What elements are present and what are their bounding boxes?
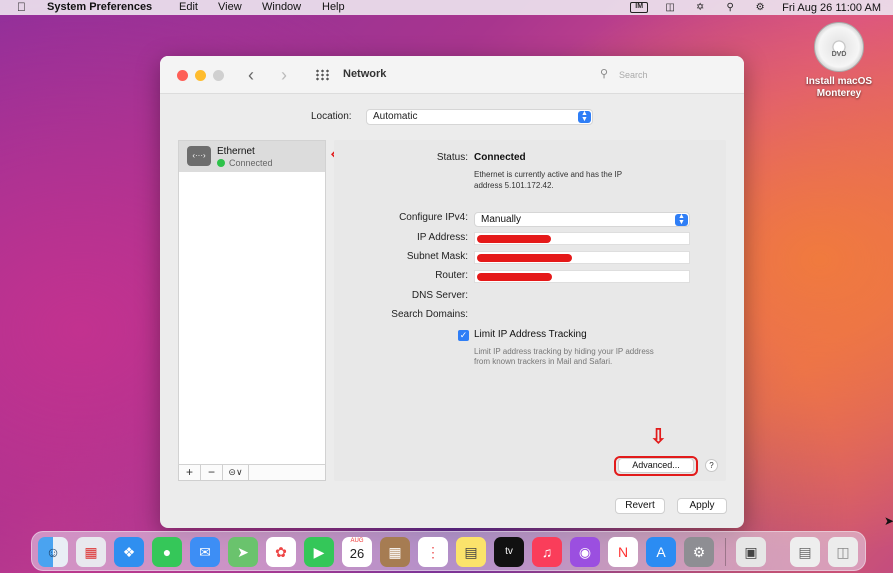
control-center-icon[interactable]: ⚙ <box>752 2 768 13</box>
safari-icon[interactable]: ❖ <box>114 537 144 567</box>
launchpad-icon[interactable]: ▦ <box>76 537 106 567</box>
menu-bar:  System Preferences Edit View Window He… <box>0 0 893 15</box>
status-description: Ethernet is currently active and has the… <box>474 170 623 190</box>
apply-button[interactable]: Apply <box>677 498 727 514</box>
revert-button[interactable]: Revert <box>615 498 665 514</box>
menu-bar-extras: IM ◫ ✡ ⚲ ⚙ Fri Aug 26 11:00 AM <box>630 0 881 15</box>
service-name: Ethernet <box>217 146 255 157</box>
service-item-ethernet[interactable]: ‹···› Ethernet Connected <box>179 141 325 172</box>
facetime-icon[interactable]: ▶ <box>304 537 334 567</box>
search-placeholder: Search <box>619 70 648 80</box>
router-label: Router: <box>435 270 468 281</box>
dock: ☺ ▦ ❖ ● ✉ ➤ ✿ ▶ AUG 26 ▦ ⋮ ▤ tv ♫ ◉ N A … <box>31 531 866 571</box>
window-title: Network <box>343 68 387 80</box>
status-label: Status: <box>436 152 468 163</box>
dvd-disc-icon: DVD <box>814 22 864 72</box>
menu-view[interactable]: View <box>218 1 242 14</box>
service-list-toolbar: + − ⊝∨ <box>178 465 326 481</box>
reminders-icon[interactable]: ⋮ <box>418 537 448 567</box>
music-icon[interactable]: ♫ <box>532 537 562 567</box>
limit-tracking-description: Limit IP address tracking by hiding your… <box>474 347 654 366</box>
input-menu-icon[interactable]: IM <box>630 2 649 13</box>
redaction-mark <box>477 273 552 281</box>
redaction-mark <box>477 254 572 262</box>
redaction-mark <box>477 235 551 243</box>
location-select[interactable]: Automatic ▲ ▼ <box>366 109 593 125</box>
desktop-install-macos-icon[interactable]: DVD Install macOS Monterey <box>800 22 878 100</box>
annotation-highlight-box <box>614 456 698 476</box>
service-list: ‹···› Ethernet Connected <box>178 140 326 465</box>
action-menu-button[interactable]: ⊝∨ <box>223 465 249 480</box>
app-store-icon[interactable]: A <box>646 537 676 567</box>
menu-help[interactable]: Help <box>322 1 345 14</box>
notes-app-icon[interactable]: ▦ <box>380 537 410 567</box>
dock-separator <box>725 538 726 566</box>
podcasts-icon[interactable]: ◉ <box>570 537 600 567</box>
router-field[interactable] <box>474 270 690 283</box>
search-input[interactable]: ⚲ Search <box>595 67 731 83</box>
forward-chevron-icon[interactable]: › <box>281 65 287 85</box>
limit-tracking-label: Limit IP Address Tracking <box>474 329 587 340</box>
desktop-icon-label: Install macOS Monterey <box>805 76 873 99</box>
maps-icon[interactable]: ➤ <box>228 537 258 567</box>
menu-clock[interactable]: Fri Aug 26 11:00 AM <box>782 2 881 14</box>
calendar-icon[interactable]: AUG 26 <box>342 537 372 567</box>
service-status: Connected <box>229 158 273 168</box>
show-all-grid-icon[interactable] <box>315 69 329 81</box>
messages-icon[interactable]: ● <box>152 537 182 567</box>
network-preferences-window: ‹ › Network ⚲ Search Location: Automatic… <box>160 56 744 528</box>
network-icon[interactable]: ✡ <box>692 2 708 13</box>
spotlight-search-icon[interactable]: ⚲ <box>722 2 738 13</box>
configure-ipv4-select[interactable]: Manually ▲ ▼ <box>474 212 690 227</box>
subnet-mask-field[interactable] <box>474 251 690 264</box>
status-value: Connected <box>474 152 526 163</box>
trash-icon[interactable]: ◫ <box>828 537 858 567</box>
display-icon[interactable]: ◫ <box>662 2 678 13</box>
connected-status-dot <box>217 159 225 167</box>
finder-icon[interactable]: ☺ <box>38 537 68 567</box>
preview-icon[interactable]: ▣ <box>736 537 766 567</box>
window-titlebar: ‹ › Network ⚲ Search <box>160 56 744 94</box>
apple-menu-icon[interactable]:  <box>17 0 26 15</box>
search-icon: ⚲ <box>600 68 609 80</box>
configure-ipv4-value: Manually <box>481 214 522 225</box>
documents-icon[interactable]: ▤ <box>790 537 820 567</box>
ethernet-icon: ‹···› <box>187 146 211 166</box>
subnet-mask-label: Subnet Mask: <box>406 251 468 262</box>
apple-tv-icon[interactable]: tv <box>494 537 524 567</box>
notes-icon[interactable]: ▤ <box>456 537 486 567</box>
limit-tracking-checkbox[interactable]: ✓ <box>458 330 469 341</box>
location-label: Location: <box>311 111 352 122</box>
mouse-cursor-icon: ➤ <box>884 514 893 528</box>
close-button[interactable] <box>177 70 188 81</box>
remove-service-button[interactable]: − <box>201 465 223 480</box>
menu-app-name[interactable]: System Preferences <box>47 1 152 14</box>
location-value: Automatic <box>373 111 418 122</box>
back-chevron-icon[interactable]: ‹ <box>248 65 254 85</box>
search-domains-label: Search Domains: <box>391 309 468 320</box>
news-icon[interactable]: N <box>608 537 638 567</box>
minimize-button[interactable] <box>195 70 206 81</box>
system-preferences-icon[interactable]: ⚙ <box>684 537 714 567</box>
help-button[interactable]: ? <box>705 459 718 472</box>
menu-edit[interactable]: Edit <box>179 1 198 14</box>
add-service-button[interactable]: + <box>179 465 201 480</box>
ip-address-field[interactable] <box>474 232 690 245</box>
select-arrows-icon: ▲ ▼ <box>578 110 591 123</box>
ip-address-label: IP Address: <box>417 232 468 243</box>
dns-server-label: DNS Server: <box>411 290 468 301</box>
photos-icon[interactable]: ✿ <box>266 537 296 567</box>
menu-window[interactable]: Window <box>262 1 301 14</box>
annotation-arrow-down-icon: ⇩ <box>650 426 667 448</box>
zoom-button[interactable] <box>213 70 224 81</box>
select-arrows-icon: ▲ ▼ <box>675 213 688 226</box>
mail-icon[interactable]: ✉ <box>190 537 220 567</box>
configure-ipv4-label: Configure IPv4: <box>399 212 468 223</box>
